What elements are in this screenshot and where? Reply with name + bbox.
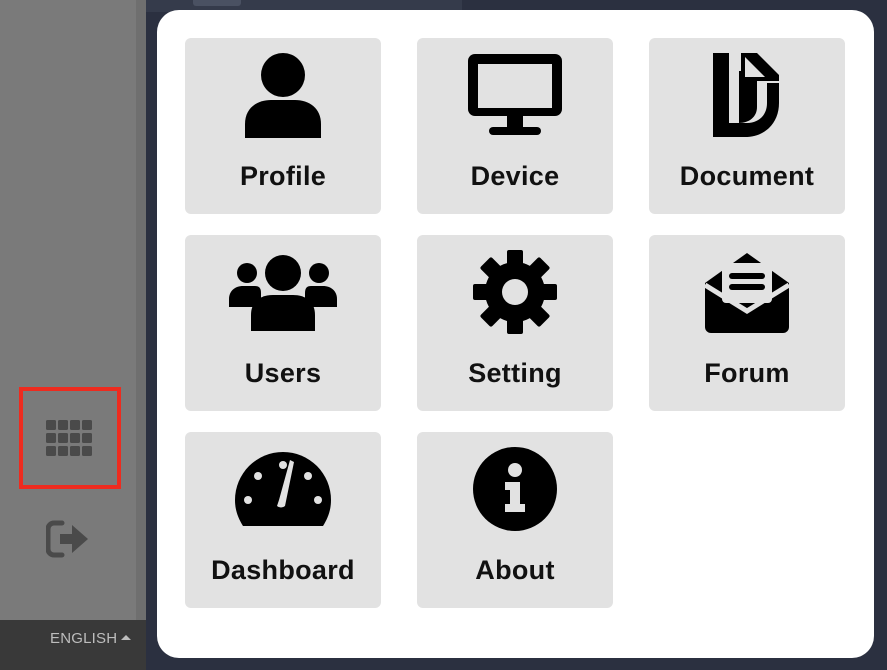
users-icon [229,255,337,331]
gear-icon [473,250,557,334]
info-icon [473,447,557,531]
caret-up-icon [121,635,132,640]
menu-item-about[interactable]: About [417,432,613,608]
menu-item-setting[interactable]: Setting [417,235,613,411]
menu-item-users[interactable]: Users [185,235,381,411]
menu-item-label: Profile [239,161,327,191]
grid-icon[interactable] [46,420,92,460]
menu-item-dashboard[interactable]: Dashboard [185,432,381,608]
menu-item-document[interactable]: Document [649,38,845,214]
apps-menu-panel: Profile Device Document Users Setting Fo… [157,10,874,658]
document-icon [713,53,779,137]
menu-item-label: About [475,555,555,585]
logout-icon[interactable] [46,519,90,559]
gauge-icon [235,452,331,526]
menu-item-label: Document [679,161,815,191]
menu-item-label: Setting [468,358,562,388]
sidebar-scrollbar [136,0,146,620]
background-tab [193,0,241,6]
language-label: ENGLISH [50,630,118,647]
menu-item-label: Dashboard [211,555,355,585]
envelope-icon [703,253,791,333]
menu-item-label: Users [244,358,322,388]
menu-item-profile[interactable]: Profile [185,38,381,214]
menu-item-forum[interactable]: Forum [649,235,845,411]
menu-item-label: Forum [704,358,790,388]
language-selector[interactable]: ENGLISH [50,630,132,647]
sidebar [0,0,146,670]
monitor-icon [468,54,562,135]
menu-item-device[interactable]: Device [417,38,613,214]
user-icon [245,53,321,138]
menu-item-label: Device [470,161,560,191]
